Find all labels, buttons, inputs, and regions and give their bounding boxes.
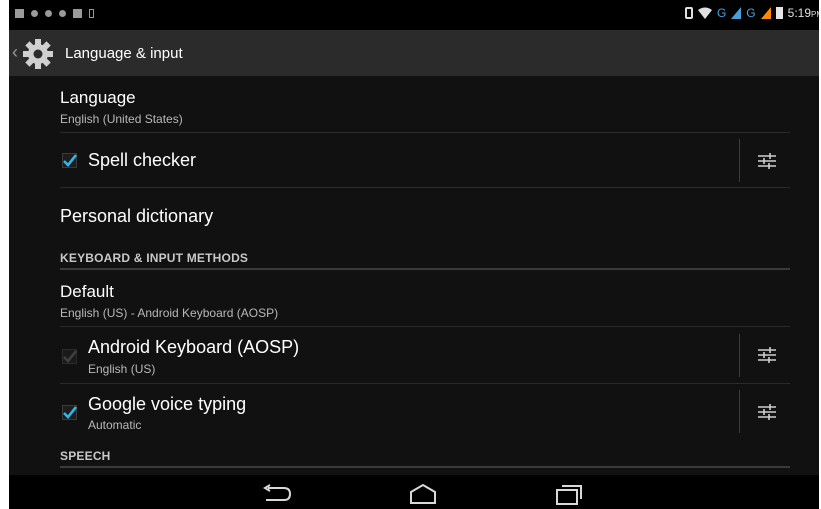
signal-icon-2 (760, 7, 771, 19)
notification-icon (73, 9, 82, 18)
clock: 5:19PM (788, 6, 819, 20)
language-subtitle: English (United States) (60, 112, 183, 126)
network-type-1: G (716, 6, 727, 20)
recents-icon (556, 485, 582, 505)
page-title: Language & input (65, 45, 183, 62)
sliders-icon (758, 404, 776, 420)
recents-button[interactable] (549, 481, 589, 507)
back-icon (263, 484, 292, 501)
android-keyboard-item[interactable]: Android Keyboard (AOSP) English (US) (60, 327, 790, 384)
vibrate-icon (684, 7, 693, 19)
settings-gear-icon (23, 39, 53, 69)
up-button[interactable]: ‹ (9, 30, 61, 76)
personal-dictionary-title: Personal dictionary (60, 206, 214, 226)
network-type-2: G (746, 6, 756, 20)
clock-suffix: PM (811, 10, 819, 19)
sd-card-icon (89, 9, 94, 18)
navigation-bar (9, 475, 819, 509)
home-button[interactable] (403, 481, 443, 507)
lock-icon (59, 10, 66, 17)
sliders-icon (758, 153, 776, 169)
home-icon (410, 483, 436, 504)
divider (739, 390, 740, 433)
language-item[interactable]: Language English (United States) (60, 76, 790, 133)
usb-debug-icon (45, 10, 52, 17)
spell-checker-item[interactable]: Spell checker (60, 133, 790, 188)
google-voice-typing-subtitle: Automatic (88, 418, 142, 432)
android-keyboard-title: Android Keyboard (AOSP) (88, 337, 300, 357)
back-button[interactable] (257, 481, 297, 507)
battery-icon (775, 7, 783, 19)
personal-dictionary-item[interactable]: Personal dictionary (60, 188, 790, 244)
android-keyboard-settings-button[interactable] (750, 338, 784, 372)
section-header-keyboard: KEYBOARD & INPUT METHODS (60, 251, 249, 265)
up-caret-icon: ‹ (12, 42, 18, 62)
default-title: Default (60, 282, 114, 301)
spell-checker-title: Spell checker (88, 150, 197, 170)
notification-icon (15, 9, 24, 18)
wifi-icon (697, 7, 712, 19)
action-bar: ‹ Language & input (9, 30, 819, 76)
spell-checker-settings-button[interactable] (750, 144, 784, 178)
language-title: Language (60, 88, 136, 107)
google-voice-typing-settings-button[interactable] (750, 395, 784, 429)
sliders-icon (758, 347, 776, 363)
system-status: G G 5:19PM (684, 6, 819, 20)
spell-checker-checkbox[interactable] (62, 153, 77, 168)
default-subtitle: English (US) - Android Keyboard (AOSP) (60, 306, 279, 320)
clock-time: 5:19 (787, 6, 811, 20)
status-bar: G G 5:19PM (9, 0, 819, 30)
notification-icons (15, 9, 94, 18)
google-voice-typing-checkbox[interactable] (62, 405, 77, 420)
section-header-speech: SPEECH (60, 449, 111, 463)
signal-icon-1 (731, 7, 742, 19)
usb-icon (31, 10, 38, 17)
default-keyboard-item[interactable]: Default English (US) - Android Keyboard … (60, 270, 790, 327)
section-divider (60, 466, 790, 468)
divider (739, 334, 740, 377)
google-voice-typing-item[interactable]: Google voice typing Automatic (60, 384, 790, 440)
divider (739, 139, 740, 182)
android-screen: G G 5:19PM ‹ (9, 0, 819, 509)
android-keyboard-subtitle: English (US) (88, 362, 156, 376)
android-keyboard-checkbox (62, 349, 77, 364)
google-voice-typing-title: Google voice typing (88, 394, 247, 414)
